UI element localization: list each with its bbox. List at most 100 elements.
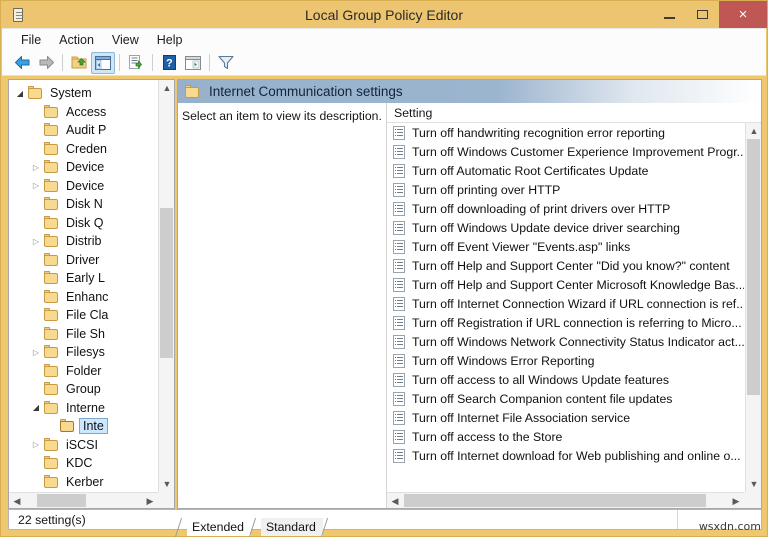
tree-node[interactable]: Audit P	[9, 121, 157, 140]
forward-icon[interactable]	[34, 52, 58, 74]
maximize-button[interactable]	[686, 1, 719, 28]
settings-list-item[interactable]: Turn off Internet Connection Wizard if U…	[387, 294, 744, 313]
menu-item-file[interactable]: File	[12, 31, 50, 49]
tab-extended[interactable]: Extended	[187, 518, 251, 536]
menu-item-view[interactable]: View	[103, 31, 148, 49]
settings-list-item-label: Turn off Internet Connection Wizard if U…	[412, 297, 744, 311]
tab-standard[interactable]: Standard	[261, 518, 323, 536]
folder-icon	[43, 105, 60, 119]
tree-node[interactable]: ▷ Filesys	[9, 343, 157, 362]
list-scroll-down-arrow[interactable]: ▼	[746, 476, 761, 492]
settings-list-item[interactable]: Turn off Registration if URL connection …	[387, 313, 744, 332]
column-header-setting[interactable]: Setting	[387, 103, 761, 123]
list-horizontal-scrollbar[interactable]: ◀ ▶	[387, 492, 744, 508]
tree-node[interactable]: ◢ Interne	[9, 399, 157, 418]
tree-expander-closed-icon[interactable]: ▷	[29, 163, 43, 172]
list-scroll-left-arrow[interactable]: ◀	[387, 493, 403, 508]
tree-node[interactable]: File Cla	[9, 306, 157, 325]
tree-scroll-left-arrow[interactable]: ◀	[9, 493, 25, 509]
tree-expander-open-icon[interactable]: ◢	[13, 89, 27, 98]
tree-horizontal-scroll-thumb[interactable]	[37, 494, 86, 507]
settings-list-item[interactable]: Turn off Windows Network Connectivity St…	[387, 332, 744, 351]
settings-list-item[interactable]: Turn off handwriting recognition error r…	[387, 123, 744, 142]
settings-list-item[interactable]: Turn off Windows Customer Experience Imp…	[387, 142, 744, 161]
tree-node[interactable]: Group	[9, 380, 157, 399]
tree-expander-closed-icon[interactable]: ▷	[29, 440, 43, 449]
list-vertical-scroll-thumb[interactable]	[747, 139, 760, 395]
settings-list-item[interactable]: Turn off downloading of print drivers ov…	[387, 199, 744, 218]
tree-scroll-down-arrow[interactable]: ▼	[159, 476, 175, 492]
tree-node[interactable]: Enhanc	[9, 288, 157, 307]
settings-list-item[interactable]: Turn off Help and Support Center Microso…	[387, 275, 744, 294]
settings-list-item[interactable]: Turn off printing over HTTP	[387, 180, 744, 199]
tree-expander-open-icon[interactable]: ◢	[29, 403, 43, 412]
tree-scroll-right-arrow[interactable]: ▶	[142, 493, 158, 509]
settings-list-item[interactable]: Turn off Help and Support Center "Did yo…	[387, 256, 744, 275]
settings-list-item-label: Turn off handwriting recognition error r…	[412, 126, 665, 140]
tree-node[interactable]: Inte	[9, 417, 157, 436]
tree-scroll-up-arrow[interactable]: ▲	[159, 80, 175, 96]
settings-list-item[interactable]: Turn off Windows Update device driver se…	[387, 218, 744, 237]
tree-node[interactable]: Access	[9, 103, 157, 122]
toolbar-separator	[209, 54, 210, 71]
tree-vertical-scroll-thumb[interactable]	[160, 208, 173, 358]
tree-node[interactable]: ▷Distrib	[9, 232, 157, 251]
tab-separator	[177, 518, 187, 536]
tree-node[interactable]: KDC	[9, 454, 157, 473]
list-horizontal-scroll-thumb[interactable]	[404, 494, 706, 507]
folder-icon	[43, 345, 60, 359]
settings-list[interactable]: Turn off handwriting recognition error r…	[387, 123, 744, 492]
folder-icon	[43, 475, 60, 489]
tree-horizontal-scrollbar[interactable]: ◀ ▶	[9, 492, 158, 508]
properties-icon[interactable]	[181, 52, 205, 74]
tree-node[interactable]: Folder	[9, 362, 157, 381]
title-bar[interactable]: Local Group Policy Editor ×	[1, 1, 767, 28]
close-button[interactable]: ×	[719, 1, 767, 28]
tree-node[interactable]: Disk N	[9, 195, 157, 214]
tree-node[interactable]: ◢System	[9, 84, 157, 103]
tree-expander-closed-icon[interactable]: ▷	[29, 181, 43, 190]
tree-node-label: Interne	[64, 401, 107, 415]
settings-list-item[interactable]: Turn off access to all Windows Update fe…	[387, 370, 744, 389]
settings-list-item[interactable]: Turn off Event Viewer "Events.asp" links	[387, 237, 744, 256]
page-title: Internet Communication settings	[209, 84, 403, 99]
menu-item-help[interactable]: Help	[148, 31, 192, 49]
settings-list-item[interactable]: Turn off Internet File Association servi…	[387, 408, 744, 427]
tree-node[interactable]: Kerber	[9, 473, 157, 492]
tree-node-label: Kerber	[64, 475, 106, 489]
tree-expander-closed-icon[interactable]: ▷	[29, 237, 43, 246]
tree-vertical-scrollbar[interactable]: ▲ ▼	[158, 80, 174, 492]
tree-node[interactable]: Early L	[9, 269, 157, 288]
help-icon[interactable]: ?	[157, 52, 181, 74]
show-hide-console-tree-icon[interactable]	[91, 52, 115, 74]
console-tree[interactable]: ◢SystemAccessAudit PCreden▷Device▷Device…	[9, 84, 157, 509]
tree-node[interactable]: Disk Q	[9, 214, 157, 233]
settings-list-item[interactable]: Turn off access to the Store	[387, 427, 744, 446]
tree-node[interactable]: ▷Device	[9, 158, 157, 177]
folder-icon	[43, 123, 60, 137]
tab-separator	[323, 518, 333, 536]
tree-node-label: Filesys	[64, 345, 107, 359]
tree-node[interactable]: ▷Device	[9, 177, 157, 196]
export-list-icon[interactable]	[124, 52, 148, 74]
settings-list-item[interactable]: Turn off Internet download for Web publi…	[387, 446, 744, 465]
filter-icon[interactable]	[214, 52, 238, 74]
up-one-level-icon[interactable]	[67, 52, 91, 74]
tree-node[interactable]: ▷iSCSI	[9, 436, 157, 455]
minimize-button[interactable]	[653, 1, 686, 28]
tree-node[interactable]: Driver	[9, 251, 157, 270]
menu-item-action[interactable]: Action	[50, 31, 103, 49]
list-scroll-up-arrow[interactable]: ▲	[746, 123, 761, 139]
back-icon[interactable]	[10, 52, 34, 74]
list-vertical-scrollbar[interactable]: ▲ ▼	[745, 123, 761, 492]
folder-icon	[43, 197, 60, 211]
list-scroll-right-arrow[interactable]: ▶	[728, 493, 744, 508]
tree-node[interactable]: Creden	[9, 140, 157, 159]
tree-node-label: Access	[64, 105, 108, 119]
settings-list-item[interactable]: Turn off Search Companion content file u…	[387, 389, 744, 408]
settings-list-item[interactable]: Turn off Windows Error Reporting	[387, 351, 744, 370]
settings-list-item[interactable]: Turn off Automatic Root Certificates Upd…	[387, 161, 744, 180]
tree-expander-closed-icon[interactable]: ▷	[29, 348, 43, 357]
tree-node[interactable]: File Sh	[9, 325, 157, 344]
folder-icon	[43, 308, 60, 322]
